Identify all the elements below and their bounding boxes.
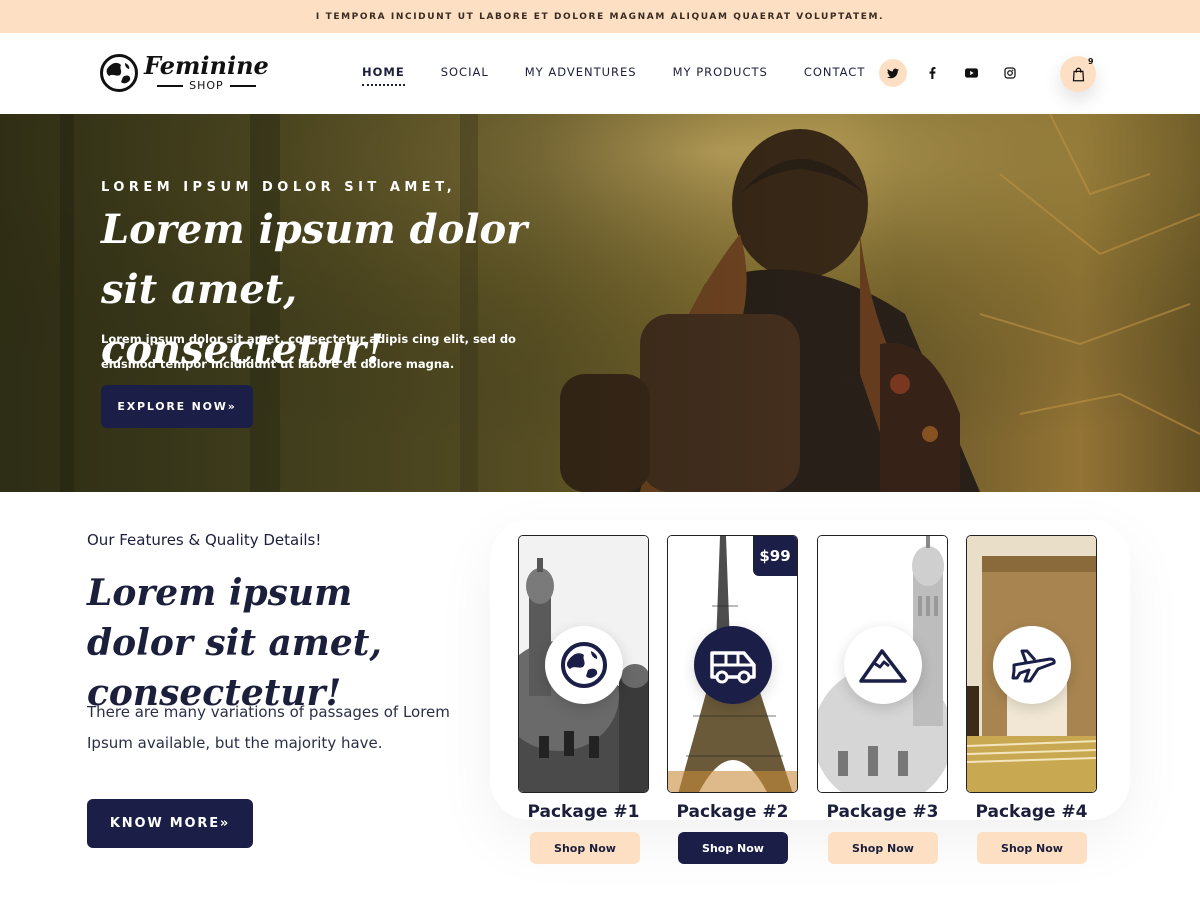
shopping-bag-icon <box>1072 67 1084 81</box>
youtube-icon[interactable] <box>957 59 985 87</box>
features-title: Lorem ipsum dolor sit amet, consectetur! <box>87 572 382 714</box>
announcement-bar: I TEMPORA INCIDUNT UT LABORE ET DOLORE M… <box>0 0 1200 33</box>
site-header: Feminine SHOP HOME SOCIAL MY ADVENTURES … <box>0 33 1200 114</box>
know-more-button[interactable]: KNOW MORE» <box>87 799 253 848</box>
globe-logo-icon <box>100 53 138 92</box>
package-card-1[interactable] <box>518 535 649 793</box>
nav-home[interactable]: HOME <box>362 65 405 86</box>
social-links <box>879 59 1024 87</box>
package-card-4[interactable] <box>966 535 1097 793</box>
nav-social[interactable]: SOCIAL <box>441 65 489 79</box>
logo[interactable]: Feminine SHOP <box>100 53 269 92</box>
features-description: There are many variations of passages of… <box>87 703 450 752</box>
van-icon <box>694 626 772 704</box>
hero-banner: LOREM IPSUM DOLOR SIT AMET, Lorem ipsum … <box>0 114 1200 492</box>
logo-sub: SHOP <box>157 79 256 92</box>
price-badge: $99 <box>753 536 797 576</box>
mountain-icon <box>844 626 922 704</box>
shop-now-button-3[interactable]: Shop Now <box>828 832 938 864</box>
package-card-3[interactable] <box>817 535 948 793</box>
explore-now-button[interactable]: EXPLORE NOW» <box>101 385 253 428</box>
announcement-text: I TEMPORA INCIDUNT UT LABORE ET DOLORE M… <box>315 11 885 22</box>
package-name-1: Package #1 <box>527 802 640 822</box>
globe-icon <box>545 626 623 704</box>
shop-now-button-1[interactable]: Shop Now <box>530 832 640 864</box>
shop-now-button-4[interactable]: Shop Now <box>977 832 1087 864</box>
nav-my-adventures[interactable]: MY ADVENTURES <box>525 65 637 79</box>
nav-my-products[interactable]: MY PRODUCTS <box>673 65 768 79</box>
nav-contact[interactable]: CONTACT <box>804 65 866 79</box>
airplane-icon <box>993 626 1071 704</box>
hero-description: Lorem ipsum dolor sit amet, consectetur … <box>101 332 516 371</box>
logo-name: Feminine <box>144 51 269 80</box>
package-card-2[interactable]: $99 <box>667 535 798 793</box>
cart-count-badge: 9 <box>1088 57 1094 66</box>
package-name-2: Package #2 <box>676 802 789 822</box>
shop-now-button-2[interactable]: Shop Now <box>678 832 788 864</box>
instagram-icon[interactable] <box>996 59 1024 87</box>
twitter-icon[interactable] <box>879 59 907 87</box>
hero-kicker: LOREM IPSUM DOLOR SIT AMET, <box>101 180 457 195</box>
features-kicker: Our Features & Quality Details! <box>87 531 322 549</box>
package-name-4: Package #4 <box>975 802 1088 822</box>
main-nav: HOME SOCIAL MY ADVENTURES MY PRODUCTS CO… <box>362 65 866 86</box>
package-name-3: Package #3 <box>826 802 939 822</box>
facebook-icon[interactable] <box>918 59 946 87</box>
